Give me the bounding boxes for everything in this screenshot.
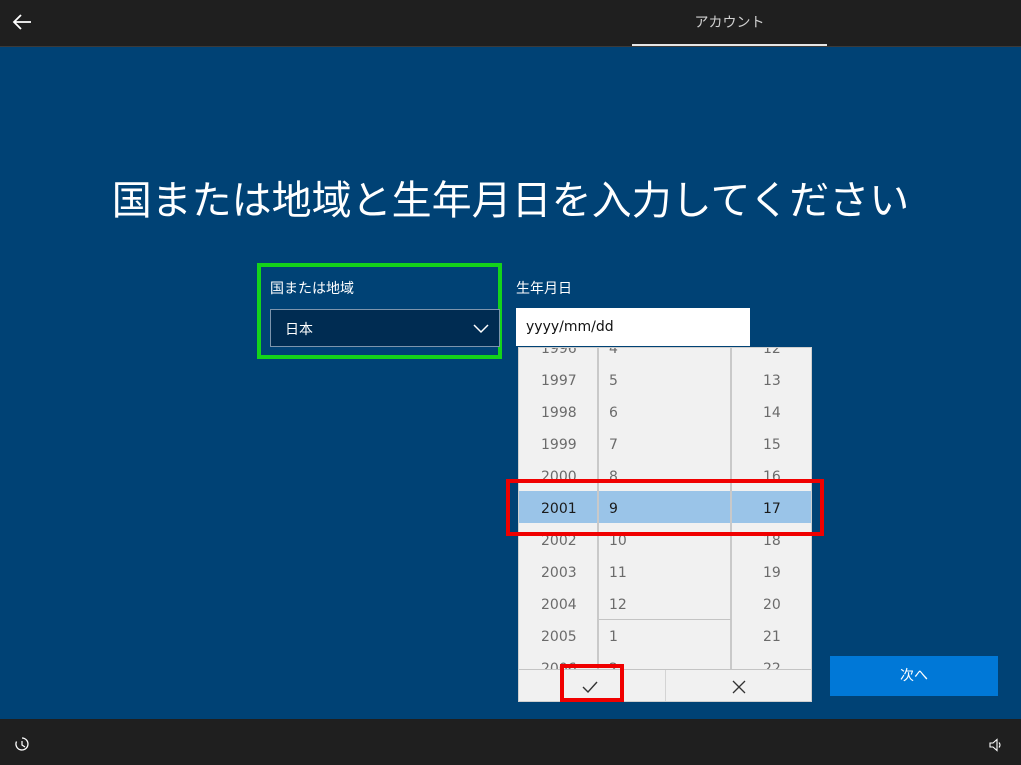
ease-of-access-icon[interactable] (14, 736, 30, 752)
day-item[interactable]: 15 (763, 429, 781, 461)
year-item[interactable]: 1996 (541, 348, 577, 365)
region-label: 国または地域 (270, 281, 354, 297)
highlight-confirm (560, 664, 624, 702)
day-item[interactable]: 14 (763, 397, 781, 429)
month-year-divider (599, 619, 731, 620)
year-item[interactable]: 2004 (541, 589, 577, 621)
day-item[interactable]: 12 (763, 348, 781, 365)
back-arrow-icon[interactable] (10, 10, 34, 34)
tab-account[interactable]: アカウント (632, 0, 827, 46)
year-item[interactable]: 1997 (541, 365, 577, 397)
month-item[interactable]: 7 (609, 429, 618, 461)
day-item[interactable]: 21 (763, 621, 781, 653)
month-item[interactable]: 5 (609, 365, 618, 397)
close-icon[interactable] (731, 679, 747, 695)
top-bar: アカウント (0, 0, 1021, 47)
year-item[interactable]: 1998 (541, 397, 577, 429)
year-item[interactable]: 1999 (541, 429, 577, 461)
footer-divider (665, 670, 666, 701)
volume-icon[interactable] (988, 737, 1004, 753)
tab-underline (632, 44, 827, 46)
birthdate-label: 生年月日 (516, 281, 572, 297)
bottom-bar (0, 719, 1021, 765)
next-button[interactable]: 次へ (830, 656, 998, 696)
month-item[interactable]: 11 (609, 557, 627, 589)
highlight-selected-date (506, 479, 824, 536)
chevron-down-icon (471, 319, 491, 339)
month-item[interactable]: 12 (609, 589, 627, 621)
region-select[interactable]: 日本 (270, 309, 500, 347)
birthdate-input[interactable]: yyyy/mm/dd (516, 308, 750, 346)
region-value: 日本 (285, 322, 313, 338)
page-title: 国または地域と生年月日を入力してください (111, 178, 910, 224)
month-item[interactable]: 1 (609, 621, 618, 653)
year-item[interactable]: 2005 (541, 621, 577, 653)
day-item[interactable]: 13 (763, 365, 781, 397)
year-item[interactable]: 2003 (541, 557, 577, 589)
day-item[interactable]: 22 (763, 653, 781, 669)
birthdate-placeholder: yyyy/mm/dd (526, 319, 614, 335)
month-item[interactable]: 4 (609, 348, 618, 365)
day-item[interactable]: 19 (763, 557, 781, 589)
month-item[interactable]: 6 (609, 397, 618, 429)
day-item[interactable]: 20 (763, 589, 781, 621)
